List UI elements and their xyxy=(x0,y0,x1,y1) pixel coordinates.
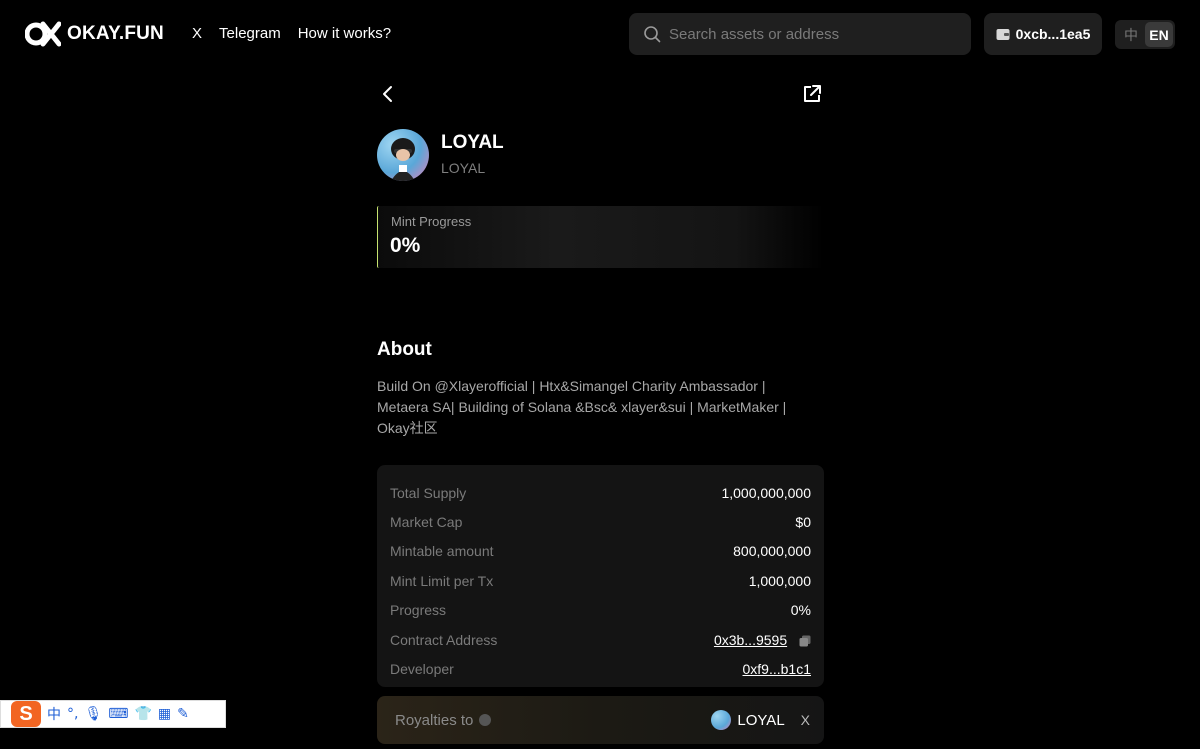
punctuation-icon[interactable]: °, xyxy=(67,706,78,722)
lang-en-option[interactable]: EN xyxy=(1145,22,1173,47)
logo-text: OKAY.FUN xyxy=(67,23,164,44)
microphone-icon[interactable]: 🎙 xyxy=(84,706,102,722)
top-header: OKAY.FUN X Telegram How it works? 0xcb..… xyxy=(0,0,1200,68)
ime-mode-toggle[interactable]: 中 xyxy=(47,704,61,724)
stat-label: Mint Limit per Tx xyxy=(390,572,494,589)
stat-value: 0% xyxy=(790,602,811,619)
language-switch[interactable]: 中 EN xyxy=(1115,20,1175,49)
stat-row-market-cap: Market Cap $0 xyxy=(390,507,811,536)
token-stats-card: Total Supply 1,000,000,000 Market Cap $0… xyxy=(377,465,824,687)
search-input[interactable] xyxy=(669,25,949,43)
stat-row-total-supply: Total Supply 1,000,000,000 xyxy=(390,478,811,507)
mint-progress-value: 0% xyxy=(390,234,421,257)
mint-progress-card: Mint Progress 0% xyxy=(377,206,824,268)
royalties-recipient-group: LOYAL X xyxy=(711,710,810,730)
stat-label: Market Cap xyxy=(390,514,463,531)
token-name: LOYAL xyxy=(441,132,504,153)
stat-label: Contract Address xyxy=(390,631,498,648)
stat-row-contract-address: Contract Address 0x3b...9595 xyxy=(390,625,811,654)
top-nav: X Telegram How it works? xyxy=(192,25,391,42)
mint-progress-label: Mint Progress xyxy=(391,214,472,229)
toolbox-grid-icon[interactable]: ▦ xyxy=(158,706,171,722)
okay-fun-logo[interactable]: OKAY.FUN xyxy=(25,21,164,47)
stat-label: Mintable amount xyxy=(390,543,494,560)
stat-label: Developer xyxy=(390,661,454,678)
nav-x-link[interactable]: X xyxy=(192,25,202,42)
contract-address-group: 0x3b...9595 xyxy=(714,632,811,648)
royalties-recipient: LOYAL xyxy=(737,711,785,729)
okay-logo-icon xyxy=(25,21,61,47)
lang-zh-option[interactable]: 中 xyxy=(1117,22,1145,47)
contract-address-link[interactable]: 0x3b...9595 xyxy=(714,632,787,648)
x-platform-icon[interactable]: X xyxy=(801,712,810,728)
nav-telegram-link[interactable]: Telegram xyxy=(219,25,281,42)
back-chevron-icon[interactable] xyxy=(377,83,399,105)
developer-address-link[interactable]: 0xf9...b1c1 xyxy=(743,661,812,677)
royalties-label-group: Royalties to xyxy=(395,711,492,729)
token-symbol: LOYAL xyxy=(441,160,486,176)
wallet-icon xyxy=(996,28,1010,40)
stat-row-developer: Developer 0xf9...b1c1 xyxy=(390,654,811,683)
about-description: Build On @Xlayerofficial | Htx&Simangel … xyxy=(377,378,787,436)
keyboard-icon[interactable]: ⌨ xyxy=(108,706,128,722)
external-link-icon[interactable] xyxy=(801,83,823,105)
nav-how-it-works-link[interactable]: How it works? xyxy=(298,25,391,42)
stat-row-mint-limit: Mint Limit per Tx 1,000,000 xyxy=(390,566,811,595)
stat-label: Total Supply xyxy=(390,484,467,501)
stat-label: Progress xyxy=(390,602,447,619)
recipient-avatar xyxy=(711,710,732,730)
royalties-label: Royalties to xyxy=(395,711,474,729)
copy-icon[interactable] xyxy=(799,635,811,647)
skin-shirt-icon[interactable]: 👕 xyxy=(134,706,151,722)
sogou-logo-icon[interactable]: S xyxy=(11,701,41,727)
stat-row-progress: Progress 0% xyxy=(390,596,811,625)
stat-value: 1,000,000,000 xyxy=(721,484,811,501)
stat-value: 1,000,000 xyxy=(748,572,811,589)
stat-value: 800,000,000 xyxy=(733,543,811,560)
token-avatar xyxy=(377,129,429,181)
royalties-bar: Royalties to LOYAL X xyxy=(377,696,824,744)
info-icon[interactable] xyxy=(479,714,492,726)
wallet-button[interactable]: 0xcb...1ea5 xyxy=(984,13,1102,55)
wallet-address: 0xcb...1ea5 xyxy=(1015,26,1091,42)
about-title: About xyxy=(377,339,432,360)
stat-value: $0 xyxy=(795,514,811,531)
search-bar[interactable] xyxy=(629,13,971,55)
stat-row-mintable-amount: Mintable amount 800,000,000 xyxy=(390,537,811,566)
ime-toolbar: S 中 °, 🎙 ⌨ 👕 ▦ ✎ xyxy=(0,700,226,728)
extra-tool-icon[interactable]: ✎ xyxy=(177,706,189,722)
avatar-figure-icon xyxy=(391,138,415,181)
search-icon xyxy=(644,26,661,43)
